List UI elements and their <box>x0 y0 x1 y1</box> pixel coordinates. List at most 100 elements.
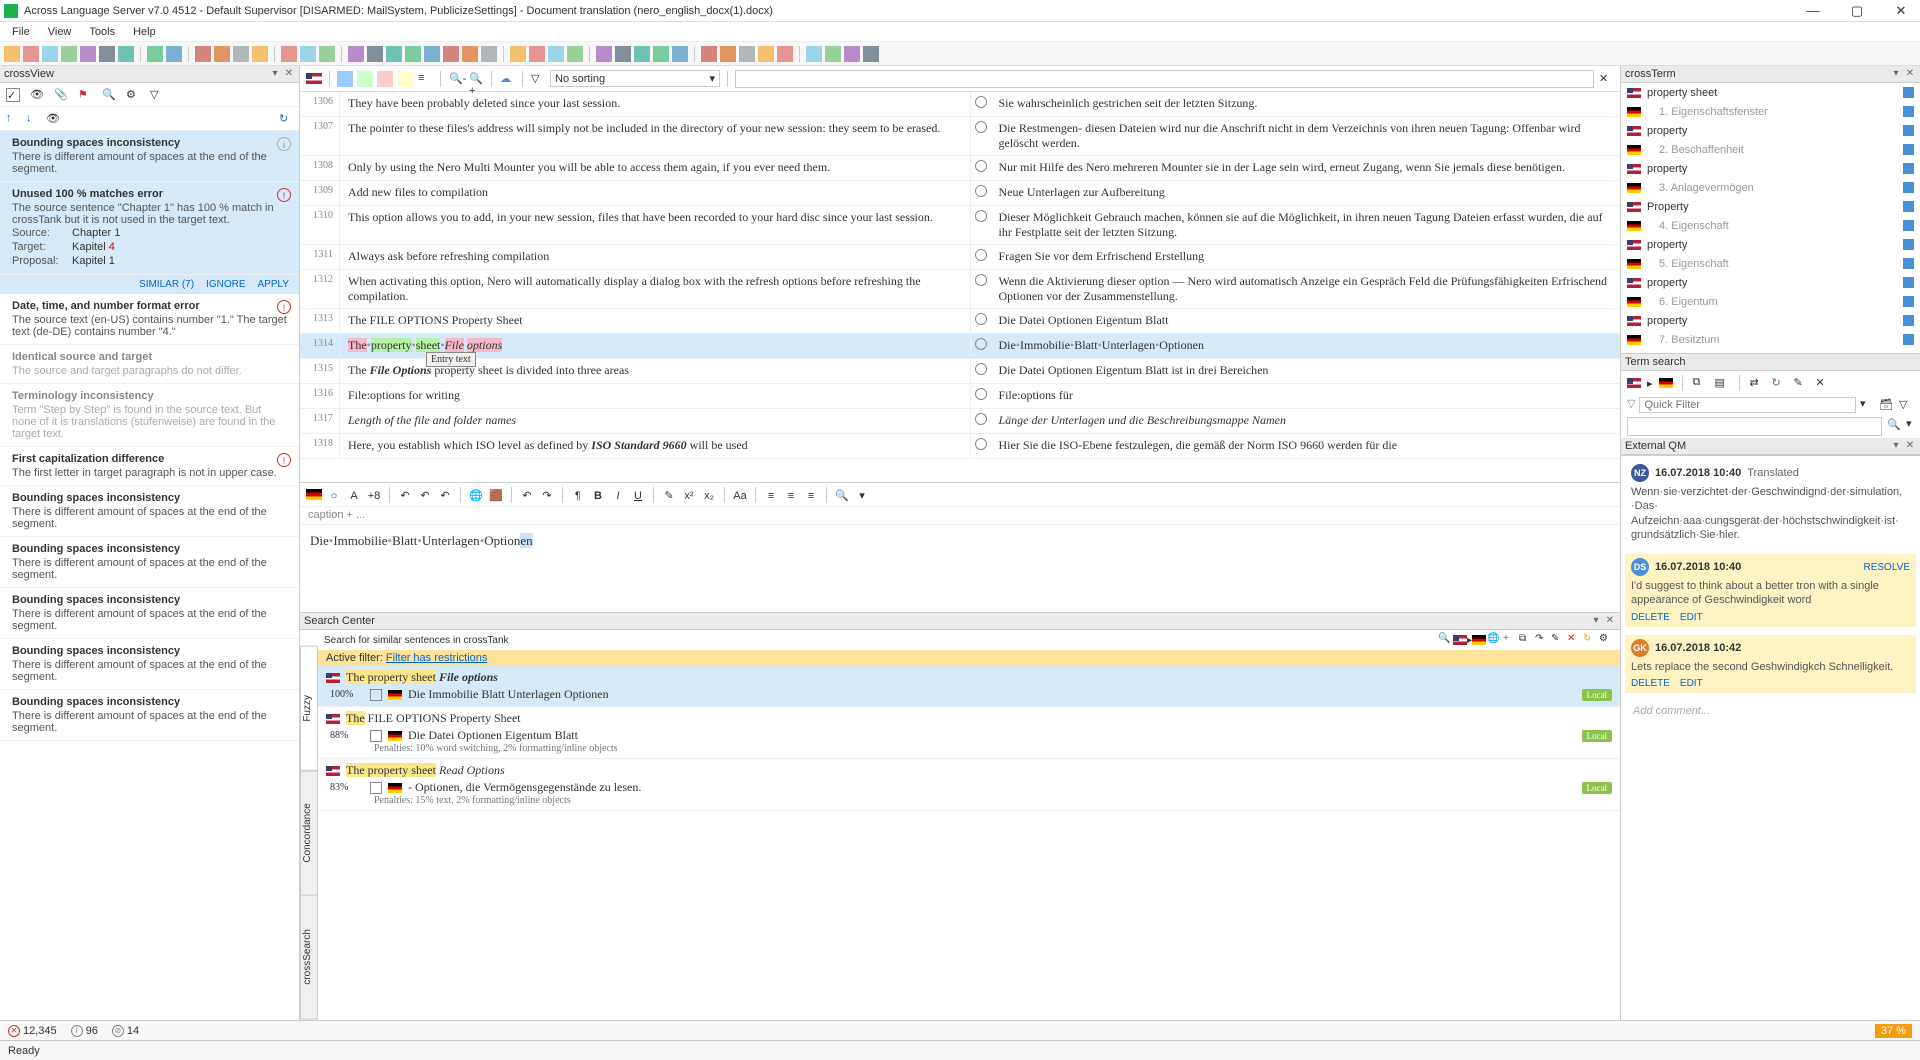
checkbox-icon[interactable]: ✓ <box>6 88 20 102</box>
sc-tab-concordance[interactable]: Concordance <box>300 771 318 896</box>
filter2-icon[interactable]: ▽ <box>1898 397 1914 413</box>
gear-icon[interactable] <box>975 96 987 108</box>
cube-icon[interactable] <box>1903 277 1914 288</box>
segment-row[interactable]: 1314The•property•sheet•File optionsDie•I… <box>300 334 1620 359</box>
editor-tb-icon-28[interactable]: ≡ <box>803 487 819 503</box>
editor-body[interactable]: Die•Immobilie•Blatt•Unterlagen•Optionen <box>300 525 1620 612</box>
segment-row[interactable]: 1306They have been probably deleted sinc… <box>300 92 1620 117</box>
qm-entry[interactable]: DS16.07.2018 10:40RESOLVEI'd suggest to … <box>1625 554 1916 627</box>
toolbar-icon-2[interactable] <box>42 46 58 62</box>
maximize-button[interactable]: ▢ <box>1842 3 1872 19</box>
gear-icon[interactable] <box>975 160 987 172</box>
toolbar-icon-31[interactable] <box>653 46 669 62</box>
editor-tb-icon-16[interactable]: B <box>590 487 606 503</box>
qm-action[interactable]: EDIT <box>1680 678 1703 689</box>
toolbar-icon-20[interactable] <box>424 46 440 62</box>
editor-tb-icon-26[interactable]: ≡ <box>763 487 779 503</box>
crossterm-row[interactable]: 6. Eigentum <box>1621 292 1920 311</box>
toolbar-icon-33[interactable] <box>701 46 717 62</box>
crossview-item[interactable]: Bounding spaces inconsistencyThere is di… <box>0 537 299 588</box>
filter-icon[interactable]: ▽ <box>150 88 164 102</box>
qm-entry[interactable]: NZ16.07.2018 10:40TranslatedWenn·sie·ver… <box>1625 460 1916 546</box>
toolbar-icon-11[interactable] <box>233 46 249 62</box>
toolbar-icon-32[interactable] <box>672 46 688 62</box>
segment-grid[interactable]: 1306They have been probably deleted sinc… <box>300 92 1620 483</box>
menu-tools[interactable]: Tools <box>81 24 123 40</box>
sc-result[interactable]: The property sheet File options100%Die I… <box>318 666 1620 707</box>
toolbar-icon-38[interactable] <box>806 46 822 62</box>
gear-icon[interactable] <box>975 274 987 286</box>
editor-tb-icon-17[interactable]: I <box>610 487 626 503</box>
sc-result[interactable]: The property sheet Read Options83%- Opti… <box>318 759 1620 811</box>
editor-tb-icon-12[interactable]: ↶ <box>519 487 535 503</box>
toolbar-icon-39[interactable] <box>825 46 841 62</box>
cube-icon[interactable] <box>1903 144 1914 155</box>
filter-icon[interactable]: ▽ <box>530 71 546 87</box>
list-icon[interactable]: ≡ <box>417 71 433 87</box>
gear-icon[interactable] <box>975 249 987 261</box>
sc-result[interactable]: The FILE OPTIONS Property Sheet88%Die Da… <box>318 707 1620 759</box>
gear-icon[interactable] <box>975 210 987 222</box>
toolbar-icon-36[interactable] <box>758 46 774 62</box>
toggle3-icon[interactable] <box>377 71 393 87</box>
toolbar-icon-21[interactable] <box>443 46 459 62</box>
down-arrow-icon[interactable]: ↓ <box>26 112 40 126</box>
editor-tb-icon-1[interactable]: ○ <box>326 487 342 503</box>
editor-tb-icon-0[interactable] <box>306 489 322 500</box>
crossview-item[interactable]: Bounding spaces inconsistencyThere is di… <box>0 639 299 690</box>
toolbar-icon-0[interactable] <box>4 46 20 62</box>
toolbar-icon-29[interactable] <box>615 46 631 62</box>
crossterm-row[interactable]: property <box>1621 235 1920 254</box>
toolbar-icon-40[interactable] <box>844 46 860 62</box>
segment-row[interactable]: 1312When activating this option, Nero wi… <box>300 270 1620 309</box>
editor-tb-icon-18[interactable]: U <box>630 487 646 503</box>
cube-icon[interactable] <box>1903 106 1914 117</box>
pin-icon[interactable]: ▾ <box>1590 615 1602 627</box>
editor-tb-icon-2[interactable]: A <box>346 487 362 503</box>
crossterm-row[interactable]: 5. Eigenschaft <box>1621 254 1920 273</box>
editor-tb-icon-31[interactable]: ▾ <box>854 487 870 503</box>
cv-action[interactable]: SIMILAR (7) <box>139 279 194 290</box>
cube-icon[interactable] <box>1903 258 1914 269</box>
crossterm-row[interactable]: 4. Eigenschaft <box>1621 216 1920 235</box>
swap-icon[interactable]: ⇄ <box>1749 375 1765 391</box>
cube-icon[interactable] <box>1903 220 1914 231</box>
segment-row[interactable]: 1309Add new files to compilationNeue Unt… <box>300 181 1620 206</box>
cube-icon[interactable] <box>1903 125 1914 136</box>
toolbar-icon-14[interactable] <box>300 46 316 62</box>
edit-icon[interactable]: ✎ <box>1550 632 1566 648</box>
toolbar-icon-30[interactable] <box>634 46 650 62</box>
crossterm-list[interactable]: property sheet1. Eigenschaftsfenster prop… <box>1621 83 1920 353</box>
editor-tb-icon-30[interactable]: 🔍 <box>834 487 850 503</box>
toolbar-icon-27[interactable] <box>567 46 583 62</box>
sc-tab-crosssearch[interactable]: crossSearch <box>300 895 318 1020</box>
crossterm-row[interactable]: property sheet <box>1621 83 1920 102</box>
segment-row[interactable]: 1310This option allows you to add, in yo… <box>300 206 1620 245</box>
crossview-item[interactable]: Date, time, and number format errorThe s… <box>0 294 299 345</box>
add-icon[interactable]: + <box>1502 632 1518 648</box>
delete-icon[interactable]: ✕ <box>1566 632 1582 648</box>
pin-icon[interactable]: ▾ <box>1890 440 1902 452</box>
cube-icon[interactable] <box>1903 315 1914 326</box>
gear-icon[interactable] <box>975 438 987 450</box>
db-icon[interactable]: 🗃 <box>1878 397 1894 413</box>
editor-tb-icon-5[interactable]: ↶ <box>397 487 413 503</box>
editor-tb-icon-27[interactable]: ≡ <box>783 487 799 503</box>
toolbar-icon-24[interactable] <box>510 46 526 62</box>
segment-row[interactable]: 1317Length of the file and folder namesL… <box>300 409 1620 434</box>
resolve-link[interactable]: RESOLVE <box>1864 562 1911 573</box>
toolbar-icon-28[interactable] <box>596 46 612 62</box>
menu-help[interactable]: Help <box>125 24 164 40</box>
sc-tab-fuzzy[interactable]: Fuzzy <box>300 646 318 771</box>
segment-row[interactable]: 1308Only by using the Nero Multi Mounter… <box>300 156 1620 181</box>
toolbar-icon-16[interactable] <box>348 46 364 62</box>
minimize-button[interactable]: — <box>1798 3 1828 19</box>
cloud-icon[interactable]: ☁ <box>499 71 515 87</box>
editor-tb-icon-21[interactable]: x² <box>681 487 697 503</box>
crossview-item[interactable]: Identical source and targetThe source an… <box>0 345 299 384</box>
menu-file[interactable]: File <box>4 24 38 40</box>
editor-tb-icon-24[interactable]: Aa <box>732 487 748 503</box>
crossview-item[interactable]: Bounding spaces inconsistencyThere is di… <box>0 588 299 639</box>
segment-row[interactable]: 1313The FILE OPTIONS Property SheetDie D… <box>300 309 1620 334</box>
crossterm-row[interactable]: 1. Eigenschaftsfenster <box>1621 102 1920 121</box>
